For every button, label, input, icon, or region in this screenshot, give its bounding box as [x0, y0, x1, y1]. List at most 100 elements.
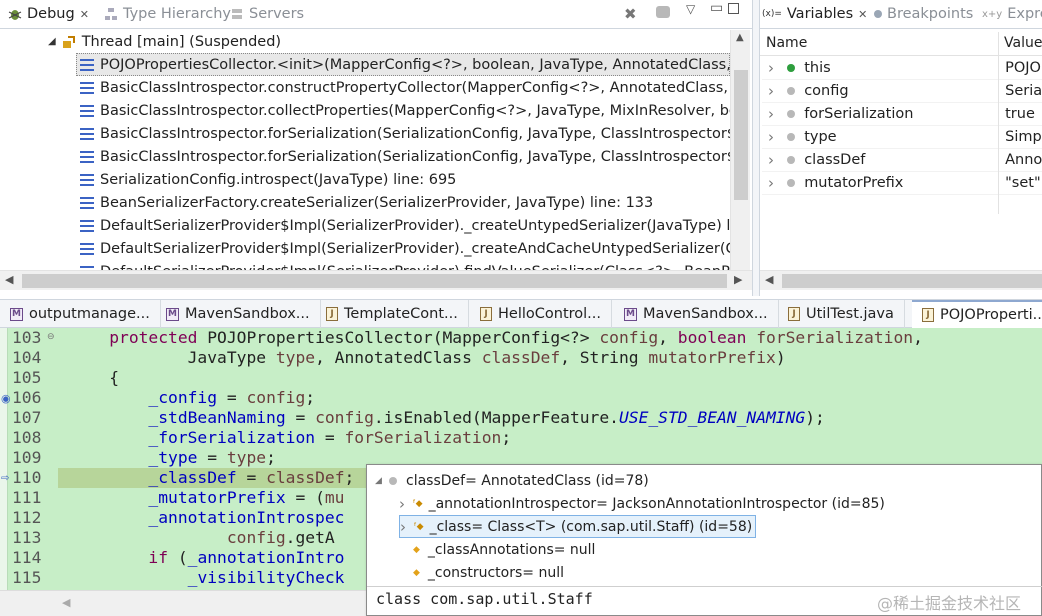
expand-icon[interactable]: ›	[399, 495, 413, 513]
expand-icon[interactable]: ›	[768, 82, 787, 100]
expand-icon[interactable]: ›	[768, 174, 787, 192]
scroll-left-icon[interactable]: ◀	[62, 596, 70, 609]
stack-frame-label: DefaultSerializerProvider$Impl(Serialize…	[100, 217, 730, 234]
editor-tabbar: Moutputmanage... M MavenSandbox... J Templat…	[0, 299, 1042, 328]
stack-frame-label: BasicClassIntrospector.collectProperties…	[100, 102, 730, 119]
code-text[interactable]: if (_annotationIntro	[70, 548, 344, 568]
code-text[interactable]: config.getA	[70, 528, 335, 548]
code-text[interactable]: _type = type;	[70, 448, 275, 468]
maximize-icon[interactable]	[728, 3, 739, 14]
variable-row[interactable]: › this POJO	[762, 57, 1042, 80]
breakpoint-icon	[874, 10, 882, 18]
debug-scrollbar-horizontal[interactable]: ◀ ▶	[0, 270, 752, 290]
code-text[interactable]: protected POJOPropertiesCollector(Mapper…	[70, 328, 923, 348]
line-number: 115	[12, 568, 42, 587]
expand-icon[interactable]: ◢	[48, 36, 56, 47]
popup-row[interactable]: ◢ classDef= AnnotatedClass (id=78)	[375, 469, 649, 492]
stack-frame[interactable]: BeanSerializerFactory.createSerializer(S…	[80, 191, 653, 214]
scroll-thumb[interactable]	[734, 70, 748, 200]
popup-row[interactable]: › ᶠ◆ _annotationIntrospector= JacksonAnnot…	[399, 492, 885, 515]
popup-row[interactable]: › ᶠ◆ _class= Class<T> (com.sap.util.Staff)…	[399, 515, 757, 538]
code-text[interactable]: {	[70, 368, 119, 388]
variable-row[interactable]: › mutatorPrefix "set" (	[762, 172, 1042, 195]
variable-row[interactable]: › forSerialization true	[762, 103, 1042, 126]
view-menu-icon[interactable]: ▽	[686, 2, 695, 16]
stack-frame[interactable]: DefaultSerializerProvider$Impl(Serialize…	[80, 214, 730, 237]
scroll-left-icon[interactable]: ◀	[5, 273, 13, 286]
code-text[interactable]: JavaType type, AnnotatedClass classDef, …	[70, 348, 786, 368]
scroll-left-icon[interactable]: ◀	[765, 273, 773, 286]
fold-icon[interactable]: ⊖	[47, 332, 55, 342]
code-line[interactable]: 107 _stdBeanNaming = config.isEnabled(Ma…	[0, 408, 1042, 428]
scroll-thumb[interactable]	[782, 274, 1042, 288]
code-line[interactable]: 108 _forSerialization = forSerialization…	[0, 428, 1042, 448]
code-text[interactable]: _mutatorPrefix = (mu	[70, 488, 344, 508]
code-text[interactable]: _forSerialization = forSerialization;	[70, 428, 511, 448]
tab-variables[interactable]: (x)= Variables ✕	[760, 0, 875, 28]
toolbar-icon[interactable]	[656, 6, 670, 18]
popup-row[interactable]: ◆ _classAnnotations= null	[399, 538, 595, 561]
code-line[interactable]: 105 {	[0, 368, 1042, 388]
stack-frame[interactable]: BasicClassIntrospector.forSerialization(…	[80, 122, 730, 145]
expand-icon[interactable]: ›	[768, 151, 787, 169]
variable-icon	[787, 110, 796, 118]
stack-frame[interactable]: SerializationConfig.introspect(JavaType)…	[80, 168, 456, 191]
stack-frame[interactable]: BasicClassIntrospector.forSerialization(…	[80, 145, 730, 168]
scroll-up-icon[interactable]: ▲	[736, 32, 744, 43]
scroll-right-icon[interactable]: ▶	[734, 273, 742, 286]
editor-tab[interactable]: J POJOProperti...	[912, 300, 1042, 328]
scroll-thumb[interactable]	[22, 274, 727, 288]
variable-row[interactable]: › config Serial	[762, 80, 1042, 103]
variable-value: POJO	[1005, 60, 1041, 76]
column-name[interactable]: Name	[766, 35, 807, 51]
editor-tab[interactable]: J HelloControl...	[470, 300, 612, 328]
expand-icon[interactable]: ›	[768, 128, 787, 146]
code-line[interactable]: 106 _config = config;	[0, 388, 1042, 408]
stack-frame[interactable]: DefaultSerializerProvider$Impl(Serialize…	[80, 237, 730, 260]
stack-frame-icon	[80, 58, 94, 71]
variable-row[interactable]: › classDef Annot	[762, 149, 1042, 172]
debug-scrollbar-vertical[interactable]: ▲	[730, 30, 750, 270]
stack-frame[interactable]: BasicClassIntrospector.constructProperty…	[80, 76, 730, 99]
popup-row[interactable]: ◆ _constructors= null	[399, 561, 564, 584]
editor-tab[interactable]: M MavenSandbox...	[156, 300, 321, 328]
variable-row[interactable]: › type Simpl	[762, 126, 1042, 149]
close-icon[interactable]: ✕	[80, 8, 89, 21]
stack-frame-label: SerializationConfig.introspect(JavaType)…	[100, 171, 457, 188]
code-line[interactable]: 104 JavaType type, AnnotatedClass classD…	[0, 348, 1042, 368]
expand-icon[interactable]: ›	[768, 105, 787, 123]
code-text[interactable]: _config = config;	[70, 388, 315, 408]
code-text[interactable]: _visibilityCheck	[70, 568, 345, 588]
inspect-popup[interactable]: ◢ classDef= AnnotatedClass (id=78) › ᶠ◆ _ann…	[366, 464, 1042, 616]
tab-type-hierarchy[interactable]: Type Hierarchy	[96, 0, 239, 28]
minimize-icon[interactable]: ▭	[710, 0, 723, 16]
code-line[interactable]: 103 protected POJOPropertiesCollector(Ma…	[0, 328, 1042, 348]
tab-debug[interactable]: Debug ✕	[0, 0, 97, 28]
tab-servers[interactable]: Servers	[222, 0, 312, 28]
remove-terminated-icon[interactable]: ✖	[624, 5, 637, 23]
editor-tab[interactable]: Moutputmanage...	[0, 300, 161, 328]
editor-tab[interactable]: J UtilTest.java	[778, 300, 905, 328]
stack-frame[interactable]: POJOPropertiesCollector.<init>(MapperCon…	[80, 53, 730, 76]
thread-node[interactable]: ◢ Thread [main] (Suspended)	[48, 30, 281, 53]
code-text[interactable]: _classDef = classDef;	[70, 468, 354, 488]
stack-frame[interactable]: BasicClassIntrospector.collectProperties…	[80, 99, 730, 122]
expand-icon[interactable]: ◢	[375, 476, 389, 486]
editor-tab[interactable]: J TemplateCont...	[316, 300, 469, 328]
tab-breakpoints[interactable]: Breakpoints	[866, 0, 981, 28]
variable-value: true	[1005, 106, 1035, 122]
variables-scrollbar-horizontal[interactable]: ◀	[760, 270, 1042, 290]
code-text[interactable]: _annotationIntrospec	[70, 508, 344, 528]
expand-icon[interactable]: ›	[768, 59, 787, 77]
editor-tab[interactable]: M MavenSandbox...	[614, 300, 779, 328]
view-divider[interactable]	[752, 0, 760, 296]
popup-row-label: _class= Class<T> (com.sap.util.Staff) (i…	[429, 518, 753, 535]
tab-expressions[interactable]: x+y Expres	[974, 0, 1042, 28]
expand-icon[interactable]: ›	[400, 518, 414, 536]
detail-pane[interactable]: class com.sap.util.Staff	[376, 590, 593, 608]
line-number: 107	[12, 408, 42, 427]
stack-frame[interactable]: DefaultSerializerProvider$Impl(Serialize…	[80, 260, 730, 270]
code-text[interactable]: _stdBeanNaming = config.isEnabled(Mapper…	[70, 408, 824, 428]
stack-frame-icon	[80, 196, 94, 209]
column-value[interactable]: Value	[1004, 35, 1042, 51]
